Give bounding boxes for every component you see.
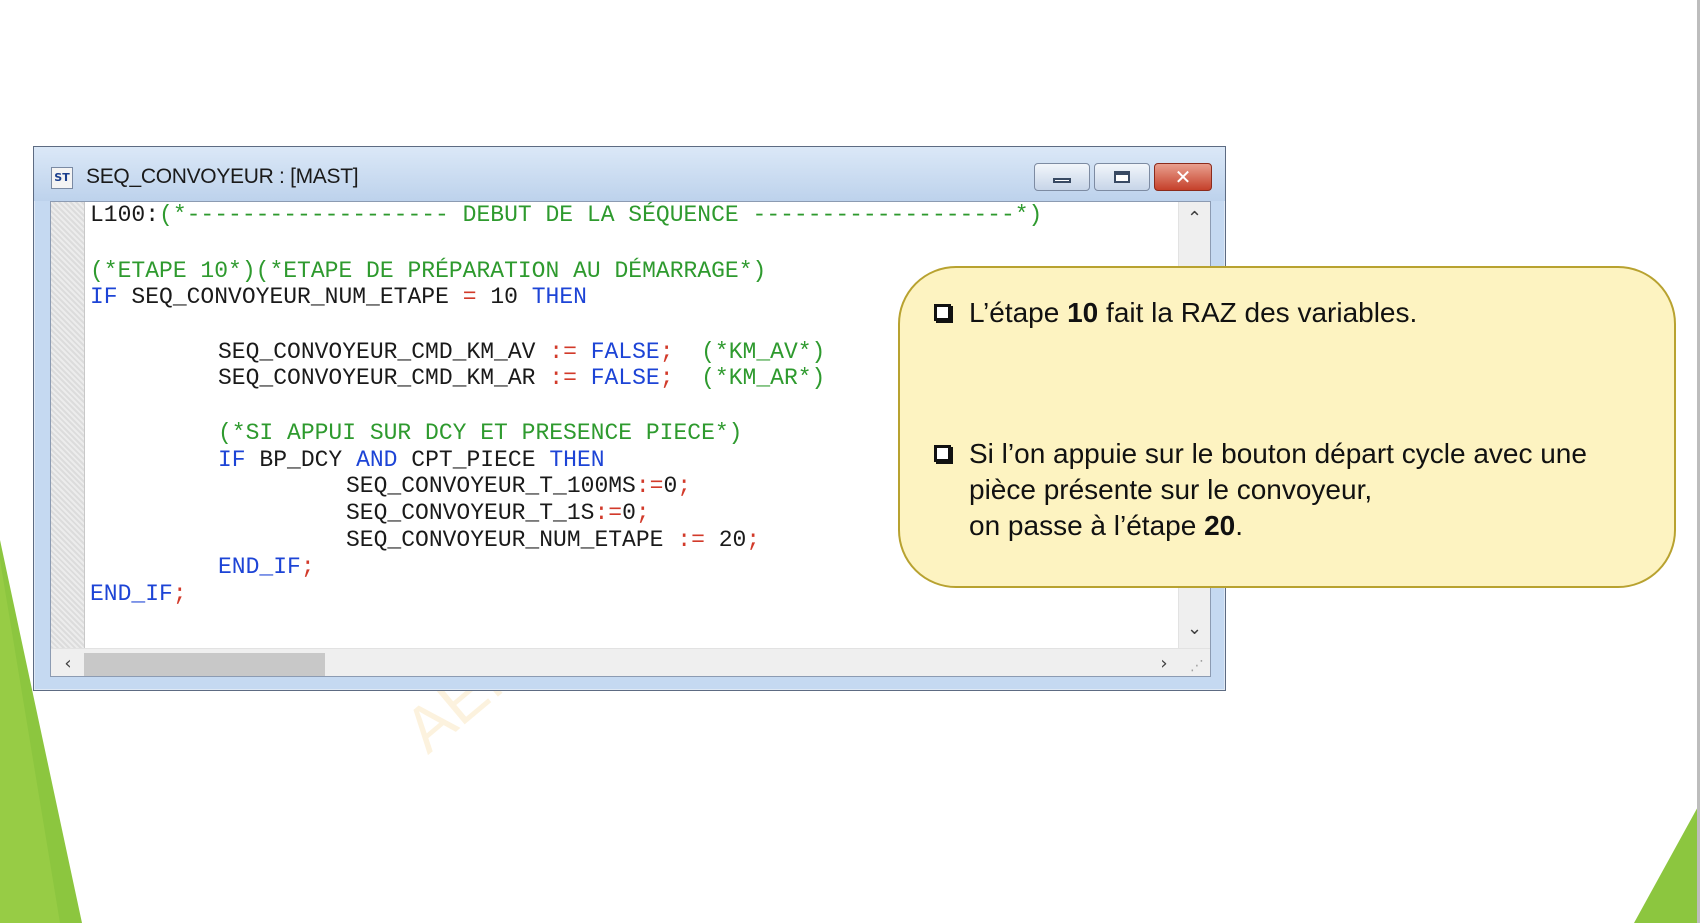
close-button[interactable]: ✕ xyxy=(1154,163,1212,191)
keyword: IF xyxy=(90,284,118,310)
operator: := xyxy=(594,500,623,526)
constant: FALSE xyxy=(590,365,660,391)
bullet-text: Si l’on appuie sur le bouton départ cycl… xyxy=(969,436,1587,544)
bullet-text: L’étape 10 fait la RAZ des variables. xyxy=(969,295,1417,331)
semicolon: ; xyxy=(746,527,761,553)
horizontal-scroll-thumb[interactable] xyxy=(84,653,325,676)
window-title: SEQ_CONVOYEUR : [MAST] xyxy=(86,165,359,188)
text-bold: 20 xyxy=(1204,510,1236,541)
code-line-12: SEQ_CONVOYEUR_T_1S:=0; xyxy=(346,500,650,526)
green-triangle-decoration-right xyxy=(1634,803,1700,923)
variable: SEQ_CONVOYEUR_T_100MS xyxy=(346,473,636,499)
variable: SEQ_CONVOYEUR_NUM_ETAPE xyxy=(131,284,449,310)
text-line: pièce présente sur le convoyeur, xyxy=(969,474,1373,505)
code-line-3: (*ETAPE 10*)(*ETAPE DE PRÉPARATION AU DÉ… xyxy=(90,258,766,284)
semicolon: ; xyxy=(659,365,674,391)
code-line-13: SEQ_CONVOYEUR_NUM_ETAPE := 20; xyxy=(346,527,760,553)
constant: FALSE xyxy=(590,339,660,365)
semicolon: ; xyxy=(300,554,315,580)
number: 0 xyxy=(622,500,636,526)
text-line: Si l’on appuie sur le bouton départ cycl… xyxy=(969,438,1587,469)
code-line-15: END_IF; xyxy=(90,581,187,607)
text-run: . xyxy=(1235,510,1243,541)
variable: SEQ_CONVOYEUR_CMD_KM_AR xyxy=(218,365,536,391)
operator: = xyxy=(462,284,477,310)
semicolon: ; xyxy=(635,500,650,526)
callout-bullet-2: Si l’on appuie sur le bouton départ cycl… xyxy=(934,436,1587,544)
code-comment: (*ETAPE 10*) xyxy=(90,258,256,284)
text-run: fait la RAZ des variables. xyxy=(1098,297,1418,328)
scroll-up-icon[interactable]: ⌃ xyxy=(1179,204,1210,234)
window-titlebar[interactable]: ST SEQ_CONVOYEUR : [MAST] ✕ xyxy=(34,147,1225,201)
code-line-10: IF BP_DCY AND CPT_PIECE THEN xyxy=(218,447,605,473)
close-icon: ✕ xyxy=(1174,165,1192,189)
minimize-icon xyxy=(1053,177,1071,183)
scroll-down-icon[interactable]: ⌄ xyxy=(1179,614,1210,644)
variable: SEQ_CONVOYEUR_CMD_KM_AV xyxy=(218,339,536,365)
code-line-9: (*SI APPUI SUR DCY ET PRESENCE PIECE*) xyxy=(218,420,743,446)
operator: := xyxy=(677,527,705,553)
structured-text-icon: ST xyxy=(51,167,73,189)
code-line-1: L100:(*------------------- DEBUT DE LA S… xyxy=(90,202,1042,228)
keyword: IF xyxy=(218,447,246,473)
number: 20 xyxy=(718,527,747,553)
code-comment: (*SI APPUI SUR DCY ET PRESENCE PIECE*) xyxy=(218,420,743,446)
code-line-14: END_IF; xyxy=(218,554,315,580)
code-comment: (*KM_AV*) xyxy=(701,339,826,365)
operator: := xyxy=(549,365,577,391)
semicolon: ; xyxy=(659,339,674,365)
variable: SEQ_CONVOYEUR_T_1S xyxy=(346,500,595,526)
keyword: THEN xyxy=(531,284,587,310)
keyword: END_IF xyxy=(90,581,173,607)
maximize-button[interactable] xyxy=(1094,163,1150,191)
code-comment: (*KM_AR*) xyxy=(701,365,826,391)
maximize-icon xyxy=(1114,171,1130,183)
horizontal-scrollbar[interactable]: ‹ › ⋰ xyxy=(51,648,1210,676)
text-run: L’étape xyxy=(969,297,1068,328)
code-line-6: SEQ_CONVOYEUR_CMD_KM_AV := FALSE; (*KM_A… xyxy=(218,339,825,365)
text-run: on passe à l’étape xyxy=(969,510,1205,541)
text-line: on passe à l’étape 20. xyxy=(969,508,1587,544)
code-comment: (*ETAPE DE PRÉPARATION AU DÉMARRAGE*) xyxy=(255,258,767,284)
keyword: AND xyxy=(356,447,398,473)
step-label: L100: xyxy=(90,202,160,228)
variable: SEQ_CONVOYEUR_NUM_ETAPE xyxy=(346,527,664,553)
variable: CPT_PIECE xyxy=(411,447,536,473)
code-line-11: SEQ_CONVOYEUR_T_100MS:=0; xyxy=(346,473,691,499)
scroll-left-icon[interactable]: ‹ xyxy=(53,649,83,676)
semicolon: ; xyxy=(677,473,692,499)
code-line-7: SEQ_CONVOYEUR_CMD_KM_AR := FALSE; (*KM_A… xyxy=(218,365,825,391)
editor-gutter xyxy=(51,202,85,648)
resize-grip-icon[interactable]: ⋰ xyxy=(1182,649,1210,676)
keyword: END_IF xyxy=(218,554,301,580)
operator: := xyxy=(635,473,664,499)
operator: := xyxy=(549,339,577,365)
callout-bullet-1: L’étape 10 fait la RAZ des variables. xyxy=(934,295,1417,331)
explanation-callout: L’étape 10 fait la RAZ des variables. Si… xyxy=(898,266,1676,588)
checkbox-bullet-icon xyxy=(934,445,951,462)
checkbox-bullet-icon xyxy=(934,304,951,321)
scroll-right-icon[interactable]: › xyxy=(1149,649,1179,676)
minimize-button[interactable] xyxy=(1034,163,1090,191)
number: 10 xyxy=(490,284,518,310)
semicolon: ; xyxy=(172,581,187,607)
keyword: THEN xyxy=(549,447,605,473)
number: 0 xyxy=(663,473,678,499)
variable: BP_DCY xyxy=(259,447,343,473)
text-bold: 10 xyxy=(1067,297,1099,328)
code-comment: (*------------------- DEBUT DE LA SÉQUEN… xyxy=(159,202,1043,228)
code-line-4: IF SEQ_CONVOYEUR_NUM_ETAPE = 10 THEN xyxy=(90,284,587,310)
